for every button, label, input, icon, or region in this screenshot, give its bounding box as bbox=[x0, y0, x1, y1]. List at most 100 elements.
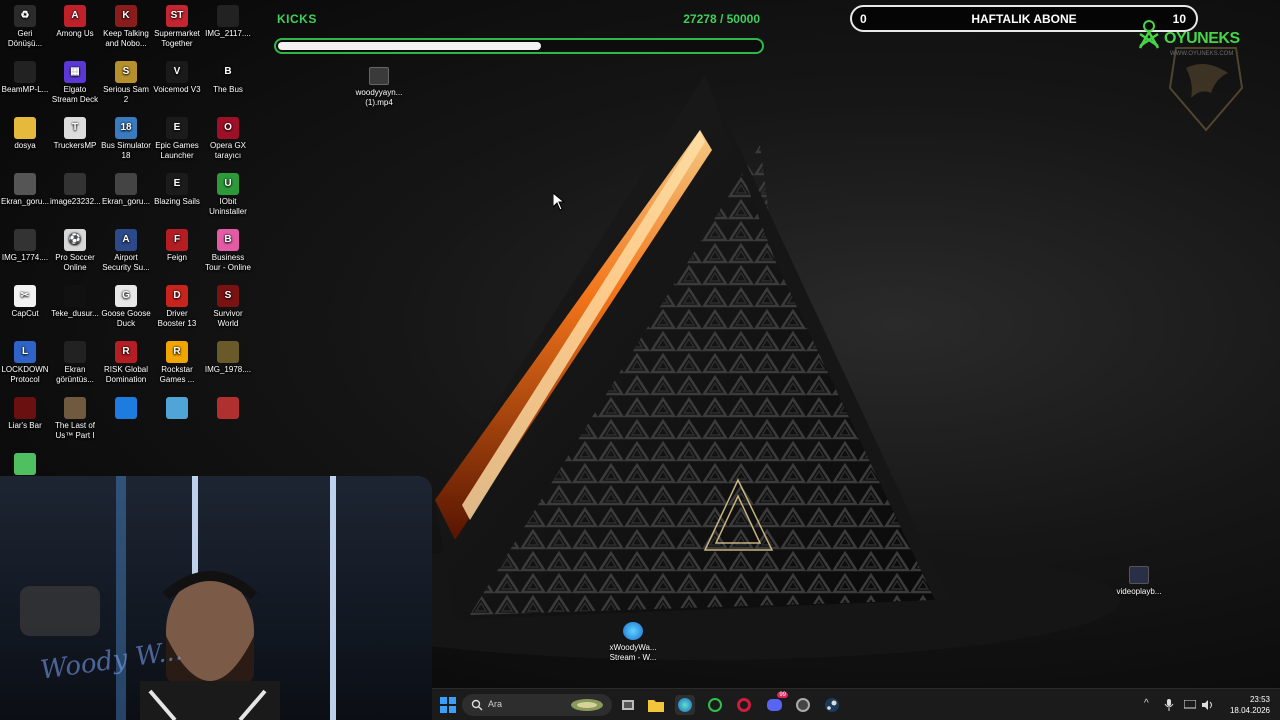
desktop-icon[interactable]: E Blazing Sails bbox=[152, 173, 202, 207]
desktop-icon[interactable]: B The Bus bbox=[203, 61, 253, 95]
desktop-icon-label: BeamMP-L... bbox=[1, 85, 49, 94]
opera-gx-taskbar-button[interactable] bbox=[734, 695, 754, 715]
desktop-icon[interactable]: A Airport Security Su... bbox=[101, 229, 151, 273]
desktop-icon[interactable]: T TruckersMP bbox=[50, 117, 100, 151]
desktop-icon[interactable]: U IObit Uninstaller bbox=[203, 173, 253, 217]
desktop-icon[interactable]: B Business Tour - Online M... bbox=[203, 229, 253, 273]
iobit-taskbar-button[interactable] bbox=[705, 695, 725, 715]
desktop-icon-label: Ekran görüntüs... bbox=[56, 365, 94, 384]
app-icon bbox=[64, 285, 86, 307]
desktop-icon-label: Blazing Sails bbox=[154, 197, 200, 206]
desktop-icon[interactable]: L LOCKDOWN Protocol bbox=[0, 341, 50, 385]
search-icon bbox=[471, 699, 483, 711]
desktop-file-videoplayback[interactable]: videoplayb... bbox=[1109, 566, 1169, 597]
app-icon: A bbox=[64, 5, 86, 27]
app-icon: L bbox=[14, 341, 36, 363]
steam-taskbar-button[interactable] bbox=[822, 695, 842, 715]
app-icon: ✂ bbox=[14, 285, 36, 307]
desktop-icon[interactable]: IMG_1978.... bbox=[203, 341, 253, 375]
desktop-icon[interactable] bbox=[0, 453, 50, 477]
app-icon bbox=[14, 229, 36, 251]
microphone-icon[interactable] bbox=[1164, 699, 1174, 711]
kicks-count: 27278 / 50000 bbox=[683, 12, 760, 26]
start-button[interactable] bbox=[438, 695, 458, 715]
desktop-icon[interactable]: ⚽ Pro Soccer Online bbox=[50, 229, 100, 273]
desktop-icon[interactable]: 18 Bus Simulator 18 bbox=[101, 117, 151, 161]
clock[interactable]: 23:53 18.04.2026 bbox=[1230, 694, 1270, 716]
desktop-icon[interactable]: F Feign bbox=[152, 229, 202, 263]
desktop-icon-label: dosya bbox=[14, 141, 36, 150]
desktop-icon[interactable]: Ekran_goru... bbox=[0, 173, 50, 207]
desktop-icon[interactable]: BeamMP-L... bbox=[0, 61, 50, 95]
kicks-progress-fill bbox=[278, 42, 541, 50]
desktop-icon[interactable]: D Driver Booster 13 bbox=[152, 285, 202, 329]
desktop-icon[interactable]: ✂ CapCut bbox=[0, 285, 50, 319]
app-icon: ▦ bbox=[64, 61, 86, 83]
app-icon bbox=[14, 173, 36, 195]
desktop-icon[interactable]: IMG_2117.... bbox=[203, 5, 253, 39]
desktop-icon-label: Voicemod V3 bbox=[153, 85, 201, 94]
desktop-icon-label: TruckersMP bbox=[53, 141, 97, 150]
desktop-icon[interactable]: V Voicemod V3 bbox=[152, 61, 202, 95]
app-icon: K bbox=[115, 5, 137, 27]
desktop-icon-label: Driver Booster 13 bbox=[157, 309, 197, 328]
file-explorer-button[interactable] bbox=[646, 695, 666, 715]
desktop-icon-label: Opera GX tarayıcı bbox=[209, 141, 246, 160]
desktop-icon[interactable]: image23232... bbox=[50, 173, 100, 207]
desktop-icon[interactable]: S Serious Sam 2 bbox=[101, 61, 151, 105]
task-view-button[interactable] bbox=[618, 695, 638, 715]
desktop-icon[interactable]: The Last of Us™ Part I bbox=[50, 397, 100, 441]
desktop-file-stream-shortcut[interactable]: xWoodyWa... Stream - W... bbox=[603, 622, 663, 663]
desktop-icon-label: image23232... bbox=[50, 197, 100, 206]
display-icon[interactable] bbox=[1184, 700, 1196, 710]
steam-icon bbox=[825, 698, 839, 712]
chevron-up-icon[interactable]: ^ bbox=[1144, 698, 1149, 709]
chrome-taskbar-button[interactable] bbox=[793, 695, 813, 715]
desktop-icon[interactable]: Liar's Bar bbox=[0, 397, 50, 431]
app-icon: T bbox=[64, 117, 86, 139]
desktop-icon[interactable]: K Keep Talking and Nobo... bbox=[101, 5, 151, 49]
desktop-icon[interactable]: S Survivor World bbox=[203, 285, 253, 329]
desktop-icon-label: IMG_1774.... bbox=[1, 253, 49, 262]
video-file-icon bbox=[369, 67, 389, 85]
desktop-icon[interactable]: R RISK Global Domination bbox=[101, 341, 151, 385]
brand-logo: OYUNEKS WWW.OYUNEKS.COM bbox=[1136, 18, 1266, 138]
desktop-icon[interactable]: ST Supermarket Together bbox=[152, 5, 202, 49]
discord-taskbar-button[interactable]: 99 bbox=[764, 692, 788, 715]
desktop-icon[interactable]: ▦ Elgato Stream Deck bbox=[50, 61, 100, 105]
desktop-icon-label: Epic Games Launcher bbox=[155, 141, 199, 160]
app-icon: U bbox=[217, 173, 239, 195]
app-icon: E bbox=[166, 117, 188, 139]
desktop-icon[interactable]: ♻ Geri Dönüşü... bbox=[0, 5, 50, 49]
app-icon: ♻ bbox=[14, 5, 36, 27]
desktop-icon[interactable]: Teke_dusur... bbox=[50, 285, 100, 319]
app-icon bbox=[796, 698, 810, 712]
windows-logo-icon bbox=[440, 697, 456, 713]
task-view-icon bbox=[622, 700, 634, 710]
taskbar-search[interactable]: Ara bbox=[462, 694, 612, 716]
desktop-icon[interactable]: Ekran_goru... bbox=[101, 173, 151, 207]
desktop-icon[interactable] bbox=[101, 397, 151, 421]
desktop-icon[interactable]: A Among Us bbox=[50, 5, 100, 39]
desktop-icon-label: Serious Sam 2 bbox=[103, 85, 149, 104]
desktop-icon[interactable]: O Opera GX tarayıcı bbox=[203, 117, 253, 161]
desktop-icon[interactable]: G Goose Goose Duck bbox=[101, 285, 151, 329]
desktop-icon[interactable]: IMG_1774.... bbox=[0, 229, 50, 263]
desktop-icon-label: Feign bbox=[166, 253, 187, 262]
clock-time: 23:53 bbox=[1249, 695, 1270, 704]
desktop-icon[interactable]: R Rockstar Games ... bbox=[152, 341, 202, 385]
volume-icon[interactable] bbox=[1202, 700, 1214, 710]
edge-taskbar-button[interactable] bbox=[675, 695, 695, 715]
desktop-icon-label: IObit Uninstaller bbox=[209, 197, 247, 216]
desktop-icon-label: The Bus bbox=[213, 85, 243, 94]
desktop-icon[interactable]: dosya bbox=[0, 117, 50, 151]
discord-badge: 99 bbox=[777, 692, 788, 698]
desktop-icon[interactable]: Ekran görüntüs... bbox=[50, 341, 100, 385]
desktop-icon[interactable]: E Epic Games Launcher bbox=[152, 117, 202, 161]
app-icon bbox=[64, 173, 86, 195]
app-icon: R bbox=[166, 341, 188, 363]
desktop-icon-label: Supermarket Together bbox=[154, 29, 200, 48]
desktop-icon[interactable] bbox=[203, 397, 253, 421]
desktop-file-woody-video[interactable]: woodyyayn... (1).mp4 bbox=[349, 67, 409, 108]
desktop-icon[interactable] bbox=[152, 397, 202, 421]
